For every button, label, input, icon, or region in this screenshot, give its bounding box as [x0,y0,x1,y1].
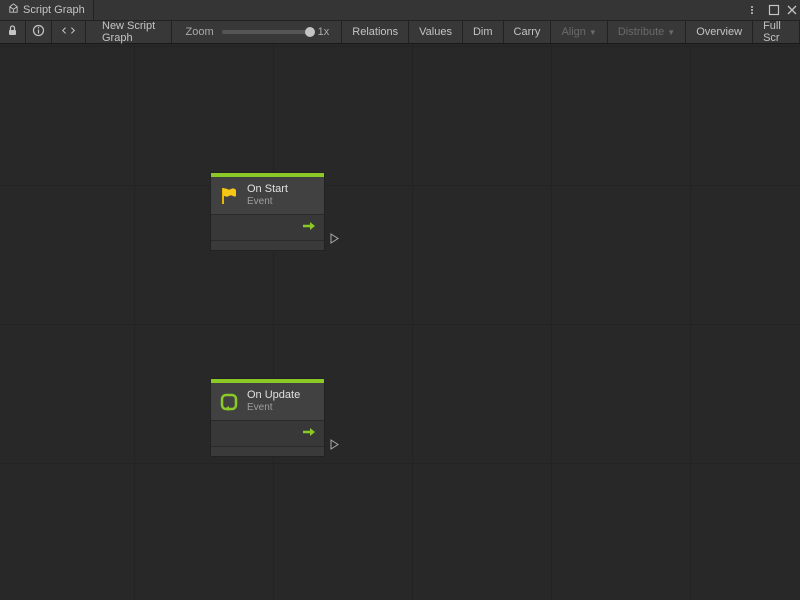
new-graph-label: New Script Graph [102,20,161,44]
new-graph-breadcrumb[interactable]: New Script Graph [86,21,172,43]
zoom-slider-thumb[interactable] [305,27,315,37]
values-button[interactable]: Values [409,21,463,43]
code-icon [62,24,75,40]
flag-icon [219,186,239,206]
menu-icon[interactable] [750,4,762,16]
dim-button[interactable]: Dim [463,21,504,43]
info-icon [32,24,45,40]
graph-icon [8,3,19,17]
zoom-value: 1x [318,26,330,38]
node-on-start[interactable]: On Start Event [210,172,325,251]
graph-canvas[interactable]: On Start Event On Update Event [0,44,800,600]
maximize-icon[interactable] [768,4,780,16]
flow-output-port[interactable] [329,439,340,450]
chevron-down-icon: ▼ [589,28,597,37]
node-title: On Update [247,389,300,402]
node-header: On Update Event [211,383,324,420]
fullscreen-button[interactable]: Full Scr [753,21,800,43]
zoom-slider[interactable] [222,30,310,34]
node-on-update[interactable]: On Update Event [210,378,325,457]
node-subtitle: Event [247,402,300,414]
flow-output-port[interactable] [329,233,340,244]
node-footer [211,446,324,456]
relations-button[interactable]: Relations [342,21,409,43]
node-output-row [211,214,324,240]
lock-button[interactable] [0,21,26,43]
node-output-row [211,420,324,446]
node-title: On Start [247,183,288,196]
node-footer [211,240,324,250]
overview-button[interactable]: Overview [686,21,753,43]
output-arrow-icon [302,220,318,235]
close-icon[interactable] [786,4,798,16]
tab-title: Script Graph [23,4,85,16]
output-arrow-icon [302,426,318,441]
tab-script-graph[interactable]: Script Graph [0,0,94,20]
tab-bar: Script Graph [0,0,800,20]
lock-icon [6,24,19,40]
carry-button[interactable]: Carry [504,21,552,43]
zoom-control: Zoom 1x [172,21,343,43]
node-header: On Start Event [211,177,324,214]
zoom-label: Zoom [186,26,214,38]
distribute-button[interactable]: Distribute▼ [608,21,686,43]
loop-icon [219,392,239,412]
align-button[interactable]: Align▼ [551,21,607,43]
window-controls [750,0,798,20]
info-button[interactable] [26,21,52,43]
code-button[interactable] [52,21,86,43]
node-subtitle: Event [247,196,288,208]
chevron-down-icon: ▼ [667,28,675,37]
toolbar: New Script Graph Zoom 1x Relations Value… [0,20,800,44]
